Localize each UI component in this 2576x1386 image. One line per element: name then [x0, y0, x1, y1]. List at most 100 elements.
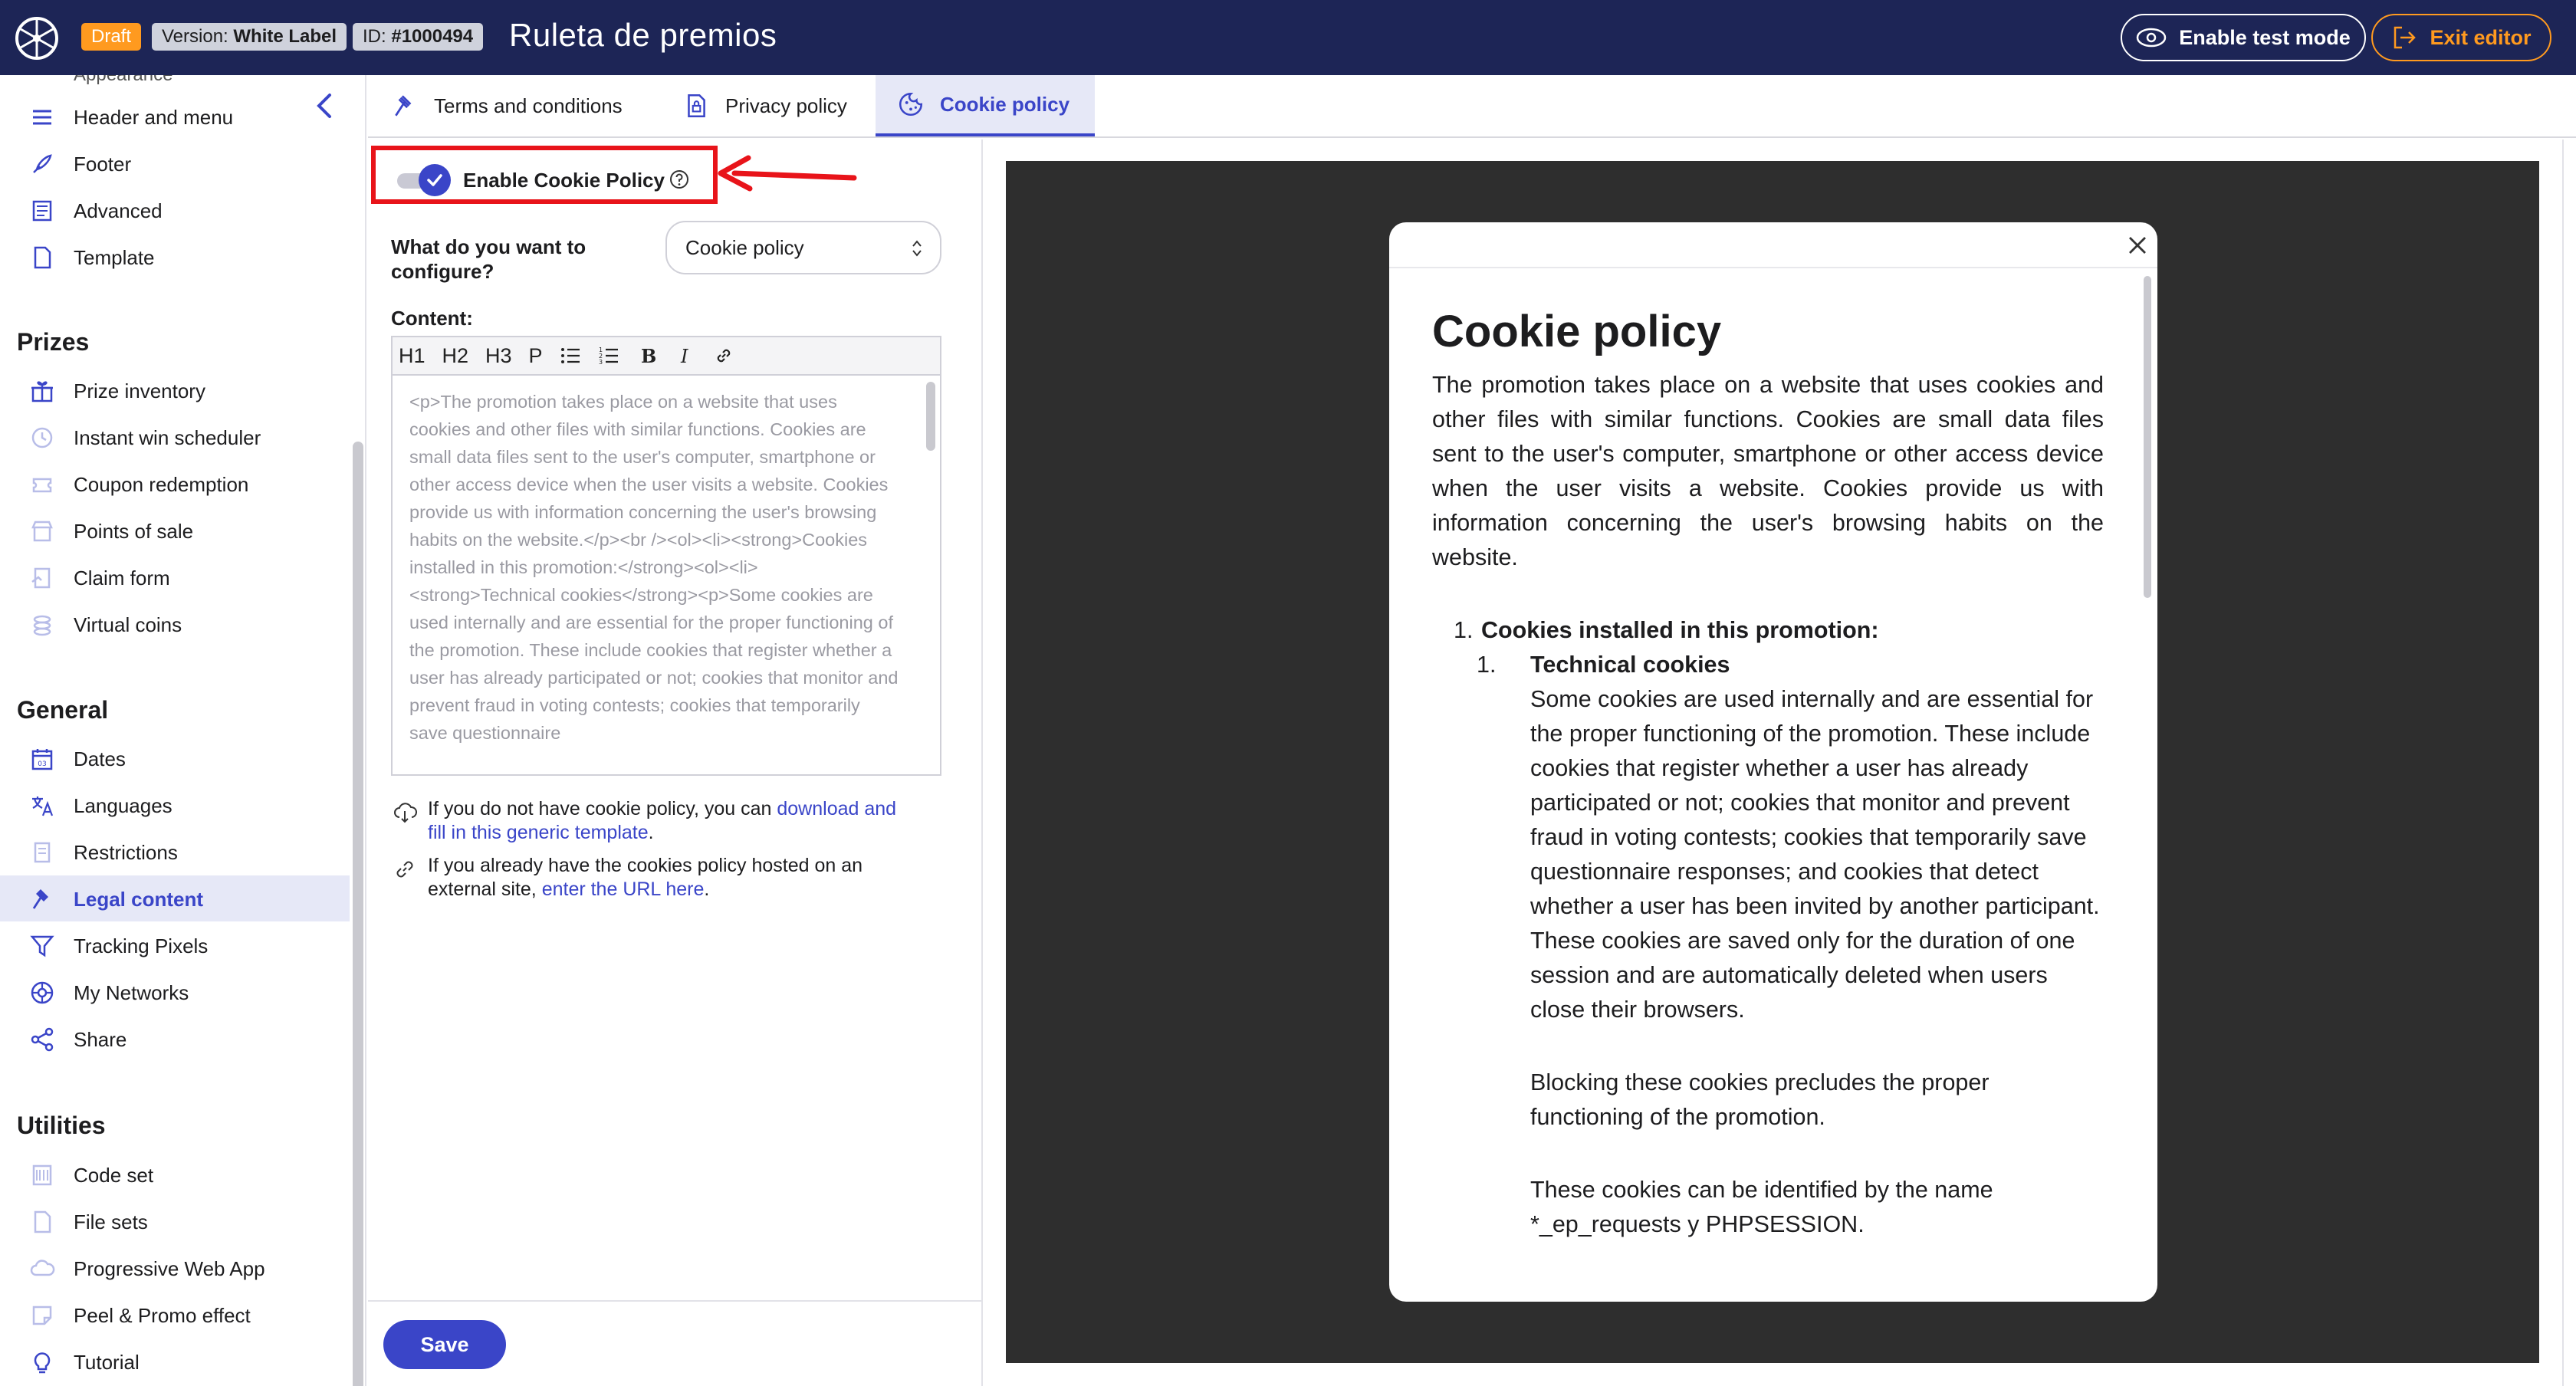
tab-cookie-policy[interactable]: Cookie policy [876, 75, 1095, 136]
page-scrollbar[interactable] [2562, 140, 2576, 1386]
bullet-list-icon[interactable] [560, 345, 581, 366]
sidebar-item-claim-form[interactable]: Claim form [0, 554, 350, 600]
sidebar-scrollbar[interactable] [353, 442, 363, 1386]
modal-scrollbar[interactable] [2144, 276, 2151, 598]
numbered-list-icon[interactable]: 123 [598, 345, 619, 366]
sidebar-item-label: Legal content [74, 888, 204, 911]
sidebar-item-label: Advanced [74, 199, 163, 222]
peel-icon [32, 1306, 52, 1325]
sidebar-item-my-networks[interactable]: My Networks [0, 969, 350, 1015]
sidebar-item-languages[interactable]: Languages [0, 782, 350, 828]
logo-icon[interactable] [12, 14, 61, 63]
link-icon[interactable] [713, 345, 734, 366]
preview-paragraph-2: Blocking these cookies precludes the pro… [1530, 1069, 1990, 1130]
sidebar-item-progressive-web-app[interactable]: Progressive Web App [0, 1245, 350, 1291]
help-icon[interactable] [669, 169, 690, 190]
sidebar-item-coupon-redemption[interactable]: Coupon redemption [0, 461, 350, 507]
sidebar-item-virtual-coins[interactable]: Virtual coins [0, 601, 350, 647]
h1-button[interactable]: H1 [399, 344, 426, 368]
eye-icon [2136, 28, 2167, 48]
rich-text-editor[interactable]: H1 H2 H3 P 123 B I <p>The promotion take… [391, 336, 941, 776]
sidebar-item-label: File sets [74, 1210, 148, 1233]
h2-button[interactable]: H2 [442, 344, 469, 368]
enable-cookie-policy-toggle[interactable] [419, 164, 451, 196]
sidebar-item-label: Dates [74, 747, 126, 770]
svg-text:I: I [680, 346, 688, 366]
draft-badge: Draft [81, 23, 142, 51]
h3-button[interactable]: H3 [485, 344, 512, 368]
preview-sublist: 1. Technical cookies [1477, 648, 2104, 682]
sidebar-item-dates[interactable]: 03 Dates [0, 735, 350, 781]
calendar-icon: 03 [31, 749, 53, 770]
configure-question: What do you want to configure? [391, 235, 586, 283]
sidebar-item-header-and-menu[interactable]: Header and menu [0, 94, 350, 140]
modal-content: Cookie policy The promotion takes place … [1432, 305, 2104, 1242]
modal-header-divider [1389, 267, 2157, 268]
preview-item-1: Cookies installed in this promotion: [1481, 617, 1879, 643]
translate-icon [32, 796, 54, 816]
sidebar-item-legal-content[interactable]: Legal content [0, 875, 350, 921]
save-button[interactable]: Save [383, 1320, 506, 1369]
tab-terms-and-conditions[interactable]: Terms and conditions [391, 75, 623, 136]
sidebar-item-label: Coupon redemption [74, 473, 249, 496]
tab-label: Terms and conditions [434, 94, 623, 117]
configure-select[interactable]: Cookie policy [665, 221, 941, 274]
sidebar-item-label: Instant win scheduler [74, 426, 261, 449]
enable-cookie-policy-label: Enable Cookie Policy [463, 169, 665, 192]
hint-url-end: . [704, 879, 710, 900]
sidebar-item-label: Progressive Web App [74, 1257, 265, 1280]
bulb-icon [34, 1352, 51, 1374]
sidebar-item-template[interactable]: Template [0, 234, 350, 280]
paragraph-button[interactable]: P [529, 344, 543, 368]
sidebar-item-restrictions[interactable]: Restrictions [0, 829, 350, 875]
sidebar-item-code-set[interactable]: Code set [0, 1151, 350, 1197]
sidebar-item-label: Virtual coins [74, 613, 182, 636]
coupon-icon [32, 478, 52, 493]
editor-text[interactable]: <p>The promotion takes place on a websit… [409, 388, 900, 747]
exit-icon [2394, 26, 2417, 49]
sidebar-item-peel-and-promo-effect[interactable]: Peel & Promo effect [0, 1292, 350, 1338]
footer-icon [33, 154, 52, 173]
tab-privacy-policy[interactable]: Privacy policy [682, 75, 847, 136]
id-value: #1000494 [391, 26, 474, 47]
sidebar-item-footer[interactable]: Footer [0, 140, 350, 186]
tab-label: Cookie policy [940, 92, 1070, 116]
version-value: White Label [233, 26, 337, 47]
italic-icon[interactable]: I [675, 345, 696, 366]
sidebar-item-label: Header and menu [74, 106, 234, 129]
sidebar-item-appearance-clipped[interactable]: Appearance [74, 75, 172, 86]
svg-text:03: 03 [38, 760, 46, 768]
enter-url-link[interactable]: enter the URL here [542, 879, 705, 900]
sidebar-item-share[interactable]: Share [0, 1016, 350, 1062]
restrictions-icon [34, 842, 51, 863]
exit-editor-label: Exit editor [2430, 25, 2532, 49]
version-label: Version: [162, 26, 228, 47]
enable-test-mode-button[interactable]: Enable test mode [2121, 14, 2366, 61]
exit-editor-button[interactable]: Exit editor [2371, 14, 2551, 61]
sidebar-item-prize-inventory[interactable]: Prize inventory [0, 367, 350, 413]
sidebar-item-label: Tutorial [74, 1351, 140, 1374]
sidebar-item-instant-win-scheduler[interactable]: Instant win scheduler [0, 414, 350, 460]
sidebar-item-tracking-pixels[interactable]: Tracking Pixels [0, 922, 350, 968]
sidebar-item-label: Points of sale [74, 520, 194, 543]
editor-scrollbar[interactable] [926, 382, 935, 451]
editor-content-area[interactable]: <p>The promotion takes place on a websit… [393, 376, 940, 774]
sidebar-item-file-sets[interactable]: File sets [0, 1198, 350, 1244]
code-icon [32, 1164, 52, 1186]
sidebar-item-advanced[interactable]: Advanced [0, 187, 350, 233]
sidebar-item-label: Restrictions [74, 841, 178, 864]
hint-template-text: If you do not have cookie policy, you ca… [428, 798, 777, 819]
preview-list: 1. Cookies installed in this promotion: 1… [1432, 613, 2104, 682]
coins-icon [33, 615, 51, 636]
sidebar-item-tutorial[interactable]: Tutorial [0, 1338, 350, 1384]
version-badge: Version: White Label [152, 23, 347, 51]
sidebar-item-points-of-sale[interactable]: Points of sale [0, 507, 350, 553]
tab-label: Privacy policy [725, 94, 847, 117]
close-icon[interactable] [2122, 230, 2153, 261]
sidebar-item-label: Share [74, 1028, 127, 1051]
preview-paragraph-3: These cookies can be identified by the n… [1530, 1177, 1993, 1237]
preview-item-1-1: Technical cookies [1530, 652, 1730, 678]
bold-icon[interactable]: B [636, 345, 658, 366]
gavel-icon [395, 95, 412, 117]
general-heading: General [17, 696, 109, 724]
